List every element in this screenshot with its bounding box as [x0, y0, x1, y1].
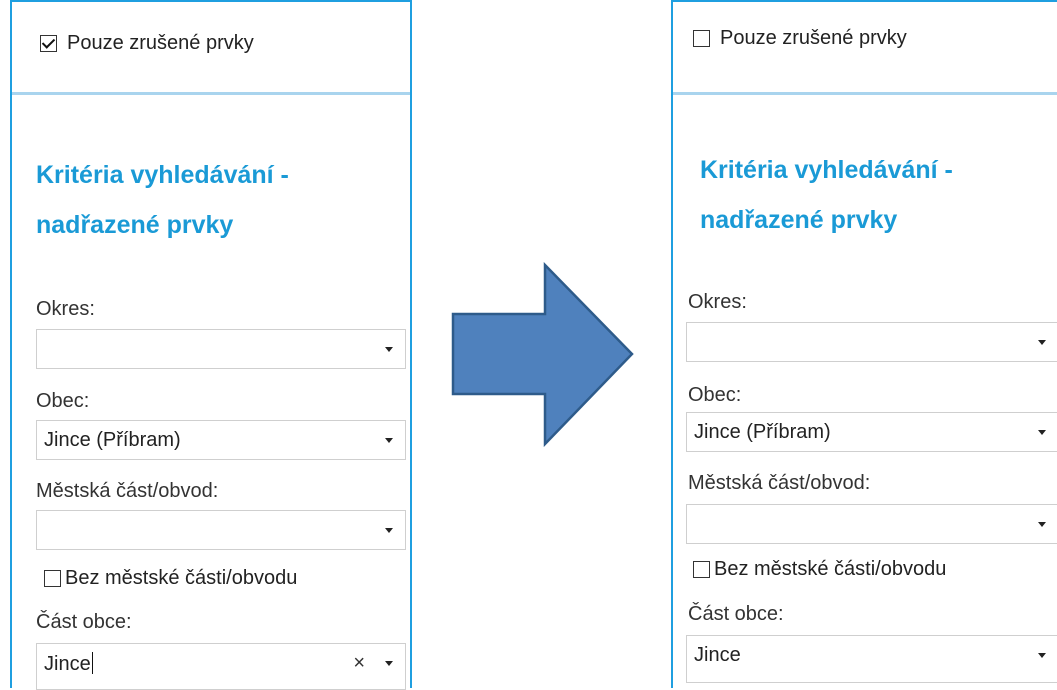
- text-cursor: [91, 652, 93, 674]
- obec-select[interactable]: Jince (Příbram): [36, 420, 406, 460]
- heading-line-1: Kritéria vyhledávání -: [700, 156, 953, 184]
- obec-value: Jince (Příbram): [694, 421, 831, 443]
- mestska-cast-label: Městská část/obvod:: [36, 480, 219, 502]
- bez-mestske-casti-checkbox[interactable]: [44, 570, 61, 587]
- obec-value: Jince (Příbram): [44, 429, 181, 451]
- search-criteria-heading: Kritéria vyhledávání - nadřazené prvky: [700, 145, 953, 245]
- only-cancelled-checkbox[interactable]: [40, 35, 57, 52]
- obec-select[interactable]: Jince (Příbram): [686, 412, 1057, 452]
- chevron-down-icon[interactable]: [1038, 430, 1046, 435]
- cast-obce-select[interactable]: Jince: [686, 635, 1057, 683]
- cast-obce-value: Jince: [44, 653, 91, 675]
- chevron-down-icon[interactable]: [385, 661, 393, 666]
- clear-icon[interactable]: ×: [353, 652, 365, 675]
- panel-top-section: Pouze zrušené prvky: [673, 2, 1057, 95]
- heading-line-2: nadřazené prvky: [36, 211, 234, 239]
- panel-top-section: Pouze zrušené prvky: [12, 2, 410, 95]
- chevron-down-icon[interactable]: [1038, 653, 1046, 658]
- cast-obce-text: Jince: [44, 652, 93, 676]
- bez-mestske-casti-label: Bez městské části/obvodu: [65, 567, 298, 589]
- only-cancelled-label: Pouze zrušené prvky: [67, 32, 254, 54]
- okres-select[interactable]: [686, 322, 1057, 362]
- bez-mestske-casti-option[interactable]: Bez městské části/obvodu: [44, 567, 297, 590]
- chevron-down-icon[interactable]: [385, 347, 393, 352]
- mestska-cast-select[interactable]: [686, 504, 1057, 544]
- search-criteria-heading: Kritéria vyhledávání - nadřazené prvky: [36, 150, 289, 250]
- only-cancelled-label: Pouze zrušené prvky: [720, 27, 907, 49]
- cast-obce-label: Část obce:: [688, 603, 784, 625]
- mestska-cast-label: Městská část/obvod:: [688, 472, 871, 494]
- bez-mestske-casti-option[interactable]: Bez městské části/obvodu: [693, 558, 946, 581]
- obec-label: Obec:: [688, 384, 742, 406]
- obec-label: Obec:: [36, 390, 90, 412]
- heading-line-1: Kritéria vyhledávání -: [36, 161, 289, 189]
- bez-mestske-casti-label: Bez městské části/obvodu: [714, 558, 947, 580]
- okres-label: Okres:: [36, 298, 95, 320]
- only-cancelled-checkbox[interactable]: [693, 30, 710, 47]
- bez-mestske-casti-checkbox[interactable]: [693, 561, 710, 578]
- okres-label: Okres:: [688, 291, 747, 313]
- only-cancelled-option[interactable]: Pouze zrušené prvky: [693, 27, 907, 50]
- heading-line-2: nadřazené prvky: [700, 206, 898, 234]
- okres-select[interactable]: [36, 329, 406, 369]
- chevron-down-icon[interactable]: [385, 438, 393, 443]
- chevron-down-icon[interactable]: [385, 528, 393, 533]
- cast-obce-label: Část obce:: [36, 611, 132, 633]
- mestska-cast-select[interactable]: [36, 510, 406, 550]
- only-cancelled-option[interactable]: Pouze zrušené prvky: [40, 32, 254, 55]
- cast-obce-input[interactable]: Jince ×: [36, 643, 406, 690]
- chevron-down-icon[interactable]: [1038, 340, 1046, 345]
- filter-panel-after: Pouze zrušené prvky Kritéria vyhledávání…: [671, 0, 1057, 688]
- cast-obce-value: Jince: [694, 644, 741, 666]
- chevron-down-icon[interactable]: [1038, 522, 1046, 527]
- filter-panel-before: Pouze zrušené prvky Kritéria vyhledávání…: [10, 0, 412, 690]
- checkmark-icon: [41, 35, 56, 49]
- right-arrow-icon: [451, 262, 634, 447]
